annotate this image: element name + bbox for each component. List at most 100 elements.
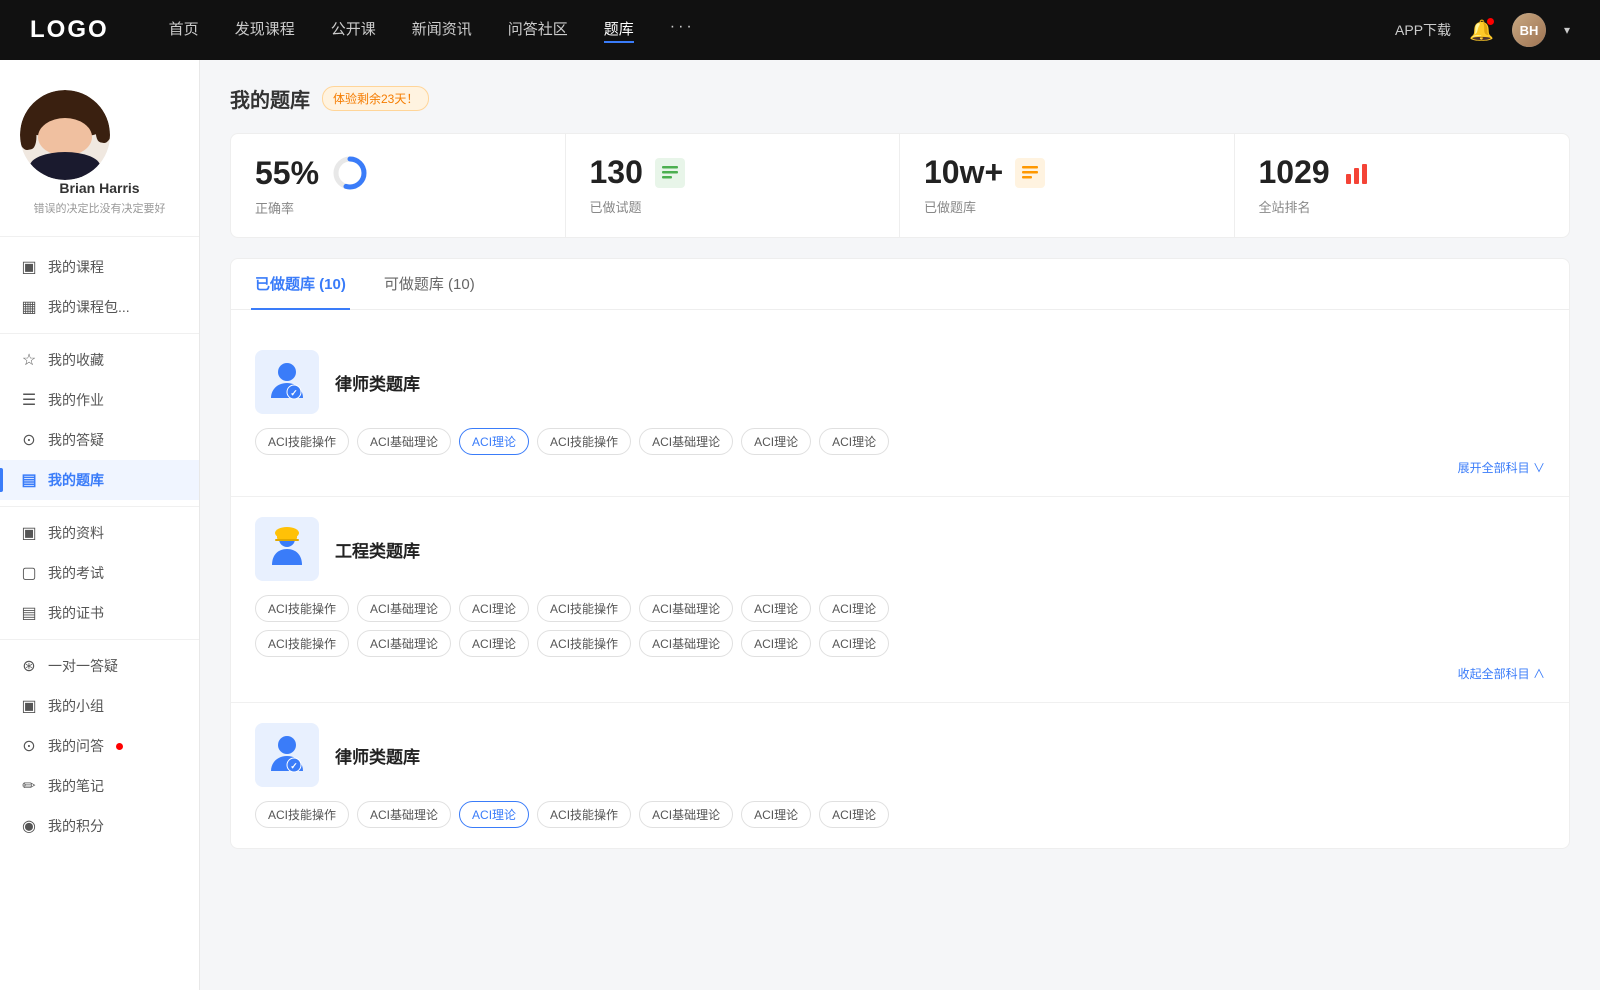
sidebar-item-label: 我的资料 [48, 523, 104, 543]
qbank-title: 工程类题库 [335, 537, 420, 562]
nav-qbank[interactable]: 题库 [604, 18, 634, 43]
list-orange-icon [1015, 158, 1045, 188]
avatar-dropdown-icon[interactable]: ▾ [1564, 23, 1570, 37]
tag[interactable]: ACI技能操作 [537, 428, 631, 455]
favorite-icon: ☆ [20, 350, 38, 370]
tag[interactable]: ACI基础理论 [639, 630, 733, 657]
sidebar-item-my-notes[interactable]: ✏ 我的笔记 [0, 766, 199, 806]
tag[interactable]: ACI理论 [741, 428, 811, 455]
page-title: 我的题库 [230, 84, 310, 113]
question-icon: ⊙ [20, 736, 38, 756]
tag[interactable]: ACI理论 [741, 630, 811, 657]
logo[interactable]: LOGO [30, 16, 109, 44]
avatar[interactable]: BH [1512, 13, 1546, 47]
qbank-expand[interactable]: 展开全部科目 ∨ [255, 459, 1545, 476]
tab-available-banks[interactable]: 可做题库 (10) [380, 259, 479, 310]
sidebar-item-my-favorite[interactable]: ☆ 我的收藏 [0, 340, 199, 380]
lawyer-icon: ✓ [263, 358, 311, 406]
tag[interactable]: ACI理论 [741, 595, 811, 622]
sidebar-item-my-profile[interactable]: ▣ 我的资料 [0, 513, 199, 553]
list-green-icon [655, 158, 685, 188]
tag[interactable]: ACI理论 [459, 595, 529, 622]
tag[interactable]: ACI基础理论 [357, 801, 451, 828]
sidebar-item-my-cert[interactable]: ▤ 我的证书 [0, 593, 199, 633]
stat-top: 1029 [1259, 154, 1546, 191]
tag[interactable]: ACI技能操作 [537, 801, 631, 828]
tag[interactable]: ACI基础理论 [639, 595, 733, 622]
sidebar-item-my-course[interactable]: ▣ 我的课程 [0, 247, 199, 287]
group-icon: ▣ [20, 696, 38, 716]
sidebar-item-label: 我的答疑 [48, 430, 104, 450]
engineer-icon [263, 525, 311, 573]
nav-home[interactable]: 首页 [169, 18, 199, 43]
tag[interactable]: ACI基础理论 [357, 630, 451, 657]
divider [0, 333, 199, 334]
qbank-tags-row1: ACI技能操作 ACI基础理论 ACI理论 ACI技能操作 ACI基础理论 AC… [255, 595, 1545, 622]
sidebar-item-one-on-one[interactable]: ⊛ 一对一答疑 [0, 646, 199, 686]
qbank-top: 工程类题库 [255, 517, 1545, 581]
tag[interactable]: ACI技能操作 [255, 630, 349, 657]
sidebar-item-my-group[interactable]: ▣ 我的小组 [0, 686, 199, 726]
stat-correct-rate: 55% 正确率 [231, 134, 566, 237]
tag[interactable]: ACI理论 [819, 801, 889, 828]
stat-label-done-b: 已做题库 [924, 197, 1210, 216]
tag[interactable]: ACI技能操作 [255, 801, 349, 828]
tab-done-banks[interactable]: 已做题库 (10) [251, 259, 350, 310]
sidebar-item-my-question[interactable]: ⊙ 我的问答 [0, 726, 199, 766]
tag[interactable]: ACI理论 [819, 595, 889, 622]
tag[interactable]: ACI基础理论 [639, 428, 733, 455]
sidebar-item-my-exam[interactable]: ▢ 我的考试 [0, 553, 199, 593]
tag[interactable]: ACI技能操作 [255, 595, 349, 622]
svg-text:✓: ✓ [290, 388, 298, 398]
nav-news[interactable]: 新闻资讯 [412, 18, 472, 43]
nav-opencourse[interactable]: 公开课 [331, 18, 376, 43]
stat-label-correctrate: 正确率 [255, 198, 541, 217]
course-icon: ▣ [20, 257, 38, 277]
tag[interactable]: ACI理论 [819, 428, 889, 455]
tag[interactable]: ACI基础理论 [357, 595, 451, 622]
tag[interactable]: ACI理论 [819, 630, 889, 657]
tag-selected[interactable]: ACI理论 [459, 428, 529, 455]
sidebar-item-my-points[interactable]: ◉ 我的积分 [0, 806, 199, 846]
nav-more[interactable]: ··· [670, 18, 695, 43]
stat-label-rank: 全站排名 [1259, 197, 1546, 216]
stat-value-done-q: 130 [590, 154, 643, 191]
sidebar-item-my-package[interactable]: ▦ 我的课程包... [0, 287, 199, 327]
app-download-link[interactable]: APP下载 [1395, 20, 1451, 40]
nav-qa[interactable]: 问答社区 [508, 18, 568, 43]
sidebar-item-my-qbank[interactable]: ▤ 我的题库 [0, 460, 199, 500]
tag[interactable]: ACI基础理论 [357, 428, 451, 455]
qbank-top: ✓ 律师类题库 [255, 723, 1545, 787]
qbanks-container: 已做题库 (10) 可做题库 (10) ✓ [230, 258, 1570, 849]
lawyer-icon-2: ✓ [263, 731, 311, 779]
top-navigation: LOGO 首页 发现课程 公开课 新闻资讯 问答社区 题库 ··· APP下载 … [0, 0, 1600, 60]
tag[interactable]: ACI理论 [741, 801, 811, 828]
cert-icon: ▤ [20, 603, 38, 623]
qbanks-list: ✓ 律师类题库 ACI技能操作 ACI基础理论 ACI理论 ACI技能操作 AC… [231, 330, 1569, 848]
sidebar-profile: Brian Harris 错误的决定比没有决定要好 [0, 80, 199, 237]
svg-text:✓: ✓ [290, 761, 298, 771]
points-icon: ◉ [20, 816, 38, 836]
tag[interactable]: ACI技能操作 [255, 428, 349, 455]
sidebar-item-label: 我的问答 [48, 736, 104, 756]
sidebar-item-label: 我的作业 [48, 390, 104, 410]
qbank-item: 工程类题库 ACI技能操作 ACI基础理论 ACI理论 ACI技能操作 ACI基… [231, 497, 1569, 703]
tag[interactable]: ACI技能操作 [537, 595, 631, 622]
homework-icon: ☰ [20, 390, 38, 410]
exam-icon: ▢ [20, 563, 38, 583]
sidebar-item-my-qa[interactable]: ⊙ 我的答疑 [0, 420, 199, 460]
tag[interactable]: ACI理论 [459, 630, 529, 657]
nav-discover[interactable]: 发现课程 [235, 18, 295, 43]
notification-bell[interactable]: 🔔 [1469, 18, 1494, 43]
stat-value-correctrate: 55% [255, 155, 319, 192]
tag[interactable]: ACI技能操作 [537, 630, 631, 657]
qbank-collapse[interactable]: 收起全部科目 ∧ [255, 665, 1545, 682]
qa-icon: ⊙ [20, 430, 38, 450]
stat-value-rank: 1029 [1259, 154, 1330, 191]
tag[interactable]: ACI基础理论 [639, 801, 733, 828]
tag-selected[interactable]: ACI理论 [459, 801, 529, 828]
sidebar-item-label: 我的考试 [48, 563, 104, 583]
stat-top: 55% [255, 154, 541, 192]
sidebar-item-my-homework[interactable]: ☰ 我的作业 [0, 380, 199, 420]
notification-dot [1487, 18, 1494, 25]
